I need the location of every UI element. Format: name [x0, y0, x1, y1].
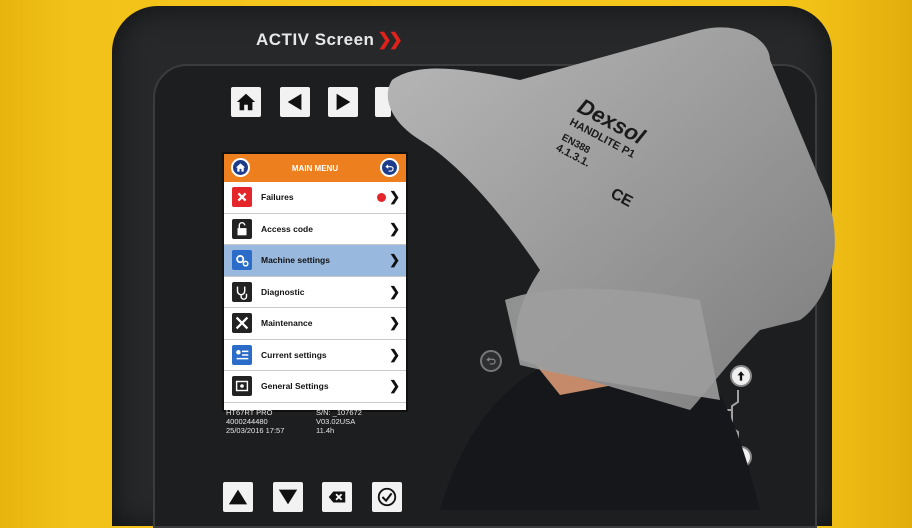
gloved-hand — [387, 27, 835, 510]
